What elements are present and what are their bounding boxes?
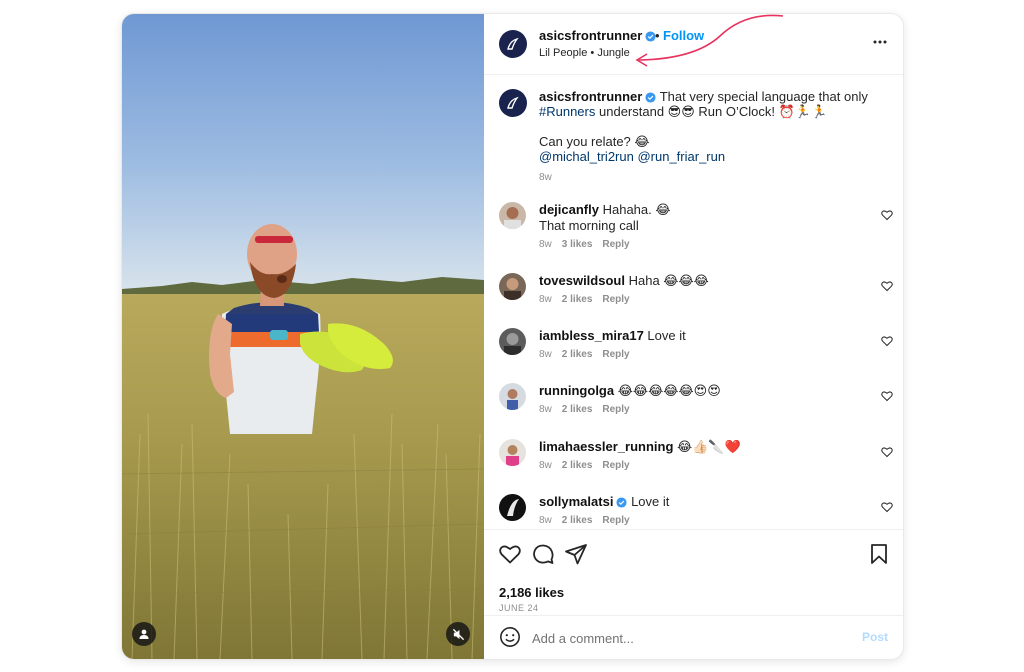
comment-meta: 8w 2 likes Reply — [539, 460, 630, 471]
avatar[interactable] — [499, 273, 526, 300]
more-horizontal-icon — [873, 40, 887, 44]
avatar[interactable] — [499, 383, 526, 410]
avatar[interactable] — [499, 202, 526, 229]
heart-icon[interactable] — [881, 335, 893, 347]
post-actions: 2,186 likes JUNE 24 — [484, 529, 903, 615]
comments-list[interactable]: asicsfrontrunner That very special langu… — [484, 75, 903, 529]
tagged-users-button[interactable] — [132, 622, 156, 646]
post-card: asicsfrontrunner • Follow Lil People • J… — [122, 14, 903, 659]
reply-button[interactable]: Reply — [602, 404, 629, 415]
video-frame-illustration — [122, 14, 484, 659]
comment-item: limahaessler_running 😂👍🏻🔪❤️ 8w 2 likes Rep… — [499, 439, 893, 485]
heart-icon[interactable] — [881, 446, 893, 458]
avatar[interactable] — [499, 439, 526, 466]
mention-link[interactable]: @michal_tri2run — [539, 149, 634, 164]
comment-text: limahaessler_running 😂👍🏻🔪❤️ — [539, 439, 741, 454]
comment-text: toveswildsoul Haha 😂😂😂 — [539, 273, 709, 288]
caption-text: asicsfrontrunner That very special langu… — [539, 89, 879, 185]
comment-likes[interactable]: 2 likes — [562, 515, 593, 526]
avatar[interactable] — [499, 89, 527, 117]
post-video[interactable] — [122, 14, 484, 659]
avatar[interactable] — [499, 328, 526, 355]
verified-badge-icon — [616, 497, 627, 508]
avatar[interactable] — [499, 30, 527, 58]
heart-icon[interactable] — [881, 209, 893, 221]
comment-composer: Post — [484, 615, 903, 659]
comment-text: iambless_mira17 Love it — [539, 328, 686, 343]
hashtag-link[interactable]: #Runners — [539, 104, 595, 119]
comment-text: runningolga 😂😂😂😂😂😍😍 — [539, 383, 721, 398]
caption-line-3: Can you relate? 😂 — [539, 134, 650, 149]
caption-line-2: understand 😎😎 Run O’Clock! ⏰🏃🏃 — [599, 104, 828, 119]
comment-meta: 8w 2 likes Reply — [539, 404, 630, 415]
post-details-panel: asicsfrontrunner • Follow Lil People • J… — [484, 14, 903, 659]
caption-timestamp: 8w — [539, 172, 552, 183]
comment-meta: 8w 3 likes Reply — [539, 239, 630, 250]
heart-icon[interactable] — [881, 280, 893, 292]
reply-button[interactable]: Reply — [602, 239, 629, 250]
reply-button[interactable]: Reply — [602, 349, 629, 360]
comment-likes[interactable]: 3 likes — [562, 239, 593, 250]
comment-item: iambless_mira17 Love it 8w 2 likes Reply — [499, 328, 893, 374]
comment-icon[interactable] — [531, 542, 555, 566]
comment-text: dejicanfly Hahaha. 😂 That morning call — [539, 202, 671, 233]
heart-icon[interactable] — [498, 542, 522, 566]
likes-count[interactable]: 2,186 likes — [499, 585, 564, 600]
mute-button[interactable] — [446, 622, 470, 646]
share-icon[interactable] — [564, 542, 588, 566]
smiley-icon[interactable] — [499, 626, 521, 648]
reply-button[interactable]: Reply — [602, 460, 629, 471]
asics-logo-icon — [507, 96, 519, 109]
comment-text: sollymalatsi Love it — [539, 494, 670, 509]
reply-button[interactable]: Reply — [602, 515, 629, 526]
more-options-button[interactable] — [872, 34, 888, 50]
heart-icon[interactable] — [881, 390, 893, 402]
comment-item: sollymalatsi Love it 8w 2 likes Reply — [499, 494, 893, 529]
comment-likes[interactable]: 2 likes — [562, 349, 593, 360]
person-icon — [139, 629, 149, 639]
caption-line-1: That very special language that only — [659, 89, 868, 104]
annotation-arrow — [635, 14, 784, 67]
music-link[interactable]: Lil People • Jungle — [539, 47, 630, 59]
speaker-muted-icon — [452, 628, 464, 640]
comment-meta: 8w 2 likes Reply — [539, 294, 630, 305]
comment-item: dejicanfly Hahaha. 😂 That morning call 8w… — [499, 202, 893, 250]
verified-badge-icon — [645, 92, 656, 103]
post-button[interactable]: Post — [862, 630, 888, 644]
caption-username[interactable]: asicsfrontrunner — [539, 89, 642, 104]
comment-item: toveswildsoul Haha 😂😂😂 8w 2 likes Reply — [499, 273, 893, 319]
comment-meta: 8w 2 likes Reply — [539, 349, 630, 360]
avatar[interactable] — [499, 494, 526, 521]
mention-link[interactable]: @run_friar_run — [637, 149, 725, 164]
comment-likes[interactable]: 2 likes — [562, 460, 593, 471]
comment-input[interactable] — [532, 626, 832, 650]
asics-logo-icon — [507, 37, 519, 50]
comment-likes[interactable]: 2 likes — [562, 294, 593, 305]
comment-item: runningolga 😂😂😂😂😂😍😍 8w 2 likes Reply — [499, 383, 893, 429]
post-date: JUNE 24 — [499, 603, 539, 613]
heart-icon[interactable] — [881, 501, 893, 513]
post-header: asicsfrontrunner • Follow Lil People • J… — [484, 14, 903, 75]
comment-meta: 8w 2 likes Reply — [539, 515, 630, 526]
reply-button[interactable]: Reply — [602, 294, 629, 305]
comment-likes[interactable]: 2 likes — [562, 404, 593, 415]
bookmark-icon[interactable] — [867, 542, 891, 566]
